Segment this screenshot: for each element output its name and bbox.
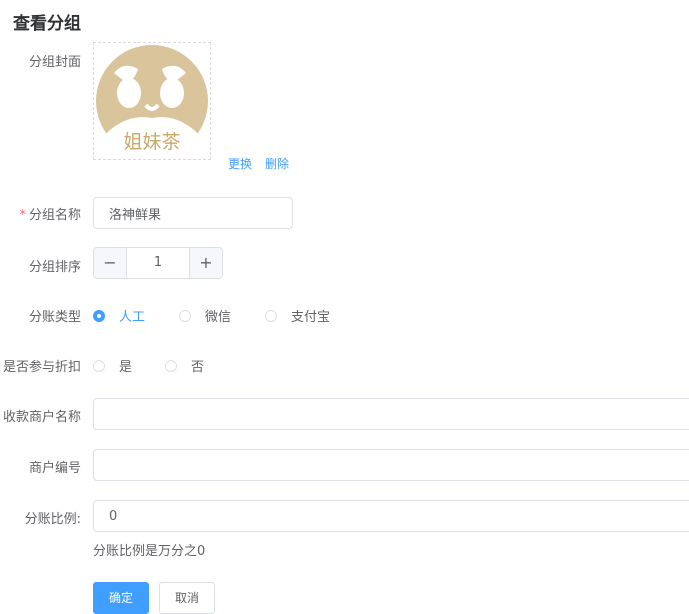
radio-discount-yes-dot[interactable]: [93, 359, 105, 372]
radio-discount-no-dot[interactable]: [165, 359, 177, 372]
page-title: 查看分组: [13, 14, 81, 34]
group-name-label-text: 分组名称: [28, 208, 81, 223]
decrease-button[interactable]: −: [94, 248, 127, 278]
cancel-button[interactable]: 取消: [159, 582, 215, 614]
radio-manual-label: 人工: [119, 310, 146, 325]
radio-discount-no[interactable]: 否: [165, 356, 204, 375]
radio-wechat[interactable]: 微信: [179, 306, 231, 325]
radio-alipay-label: 支付宝: [291, 310, 331, 325]
radio-alipay[interactable]: 支付宝: [265, 306, 330, 325]
sort-stepper: − 1 +: [93, 247, 223, 279]
brand-logo-text: 姐妹茶: [123, 131, 180, 153]
discount-label: 是否参与折扣: [2, 360, 81, 375]
ratio-hint: 分账比例是万分之0: [93, 544, 206, 559]
radio-wechat-label: 微信: [205, 310, 232, 325]
payee-name-label: 收款商户名称: [2, 410, 81, 425]
radio-discount-yes-label: 是: [119, 360, 133, 375]
radio-wechat-dot[interactable]: [179, 309, 191, 322]
group-sort-label: 分组排序: [28, 260, 81, 275]
cover-label: 分组封面: [28, 55, 81, 70]
ratio-label: 分账比例:: [24, 512, 81, 527]
radio-discount-yes[interactable]: 是: [93, 356, 132, 375]
radio-manual[interactable]: 人工: [93, 306, 145, 325]
required-mark: *: [19, 208, 26, 223]
radio-discount-no-label: 否: [191, 360, 205, 375]
merchant-no-label: 商户编号: [28, 461, 81, 476]
brand-logo-image: 姐妹茶: [96, 45, 208, 159]
confirm-button[interactable]: 确定: [93, 582, 149, 614]
split-type-label: 分账类型: [28, 310, 81, 325]
ratio-input[interactable]: [93, 500, 689, 532]
delete-cover-link[interactable]: 删除: [265, 155, 289, 172]
merchant-no-input[interactable]: [93, 449, 689, 481]
radio-alipay-dot[interactable]: [265, 309, 277, 322]
group-name-input[interactable]: [93, 197, 293, 229]
increase-button[interactable]: +: [189, 248, 222, 278]
group-name-label: * 分组名称: [19, 204, 81, 223]
sort-value[interactable]: 1: [127, 248, 189, 278]
payee-name-input[interactable]: [93, 398, 689, 430]
replace-cover-link[interactable]: 更换: [228, 155, 252, 172]
cover-image[interactable]: 姐妹茶: [93, 42, 211, 160]
radio-manual-dot[interactable]: [93, 309, 105, 322]
